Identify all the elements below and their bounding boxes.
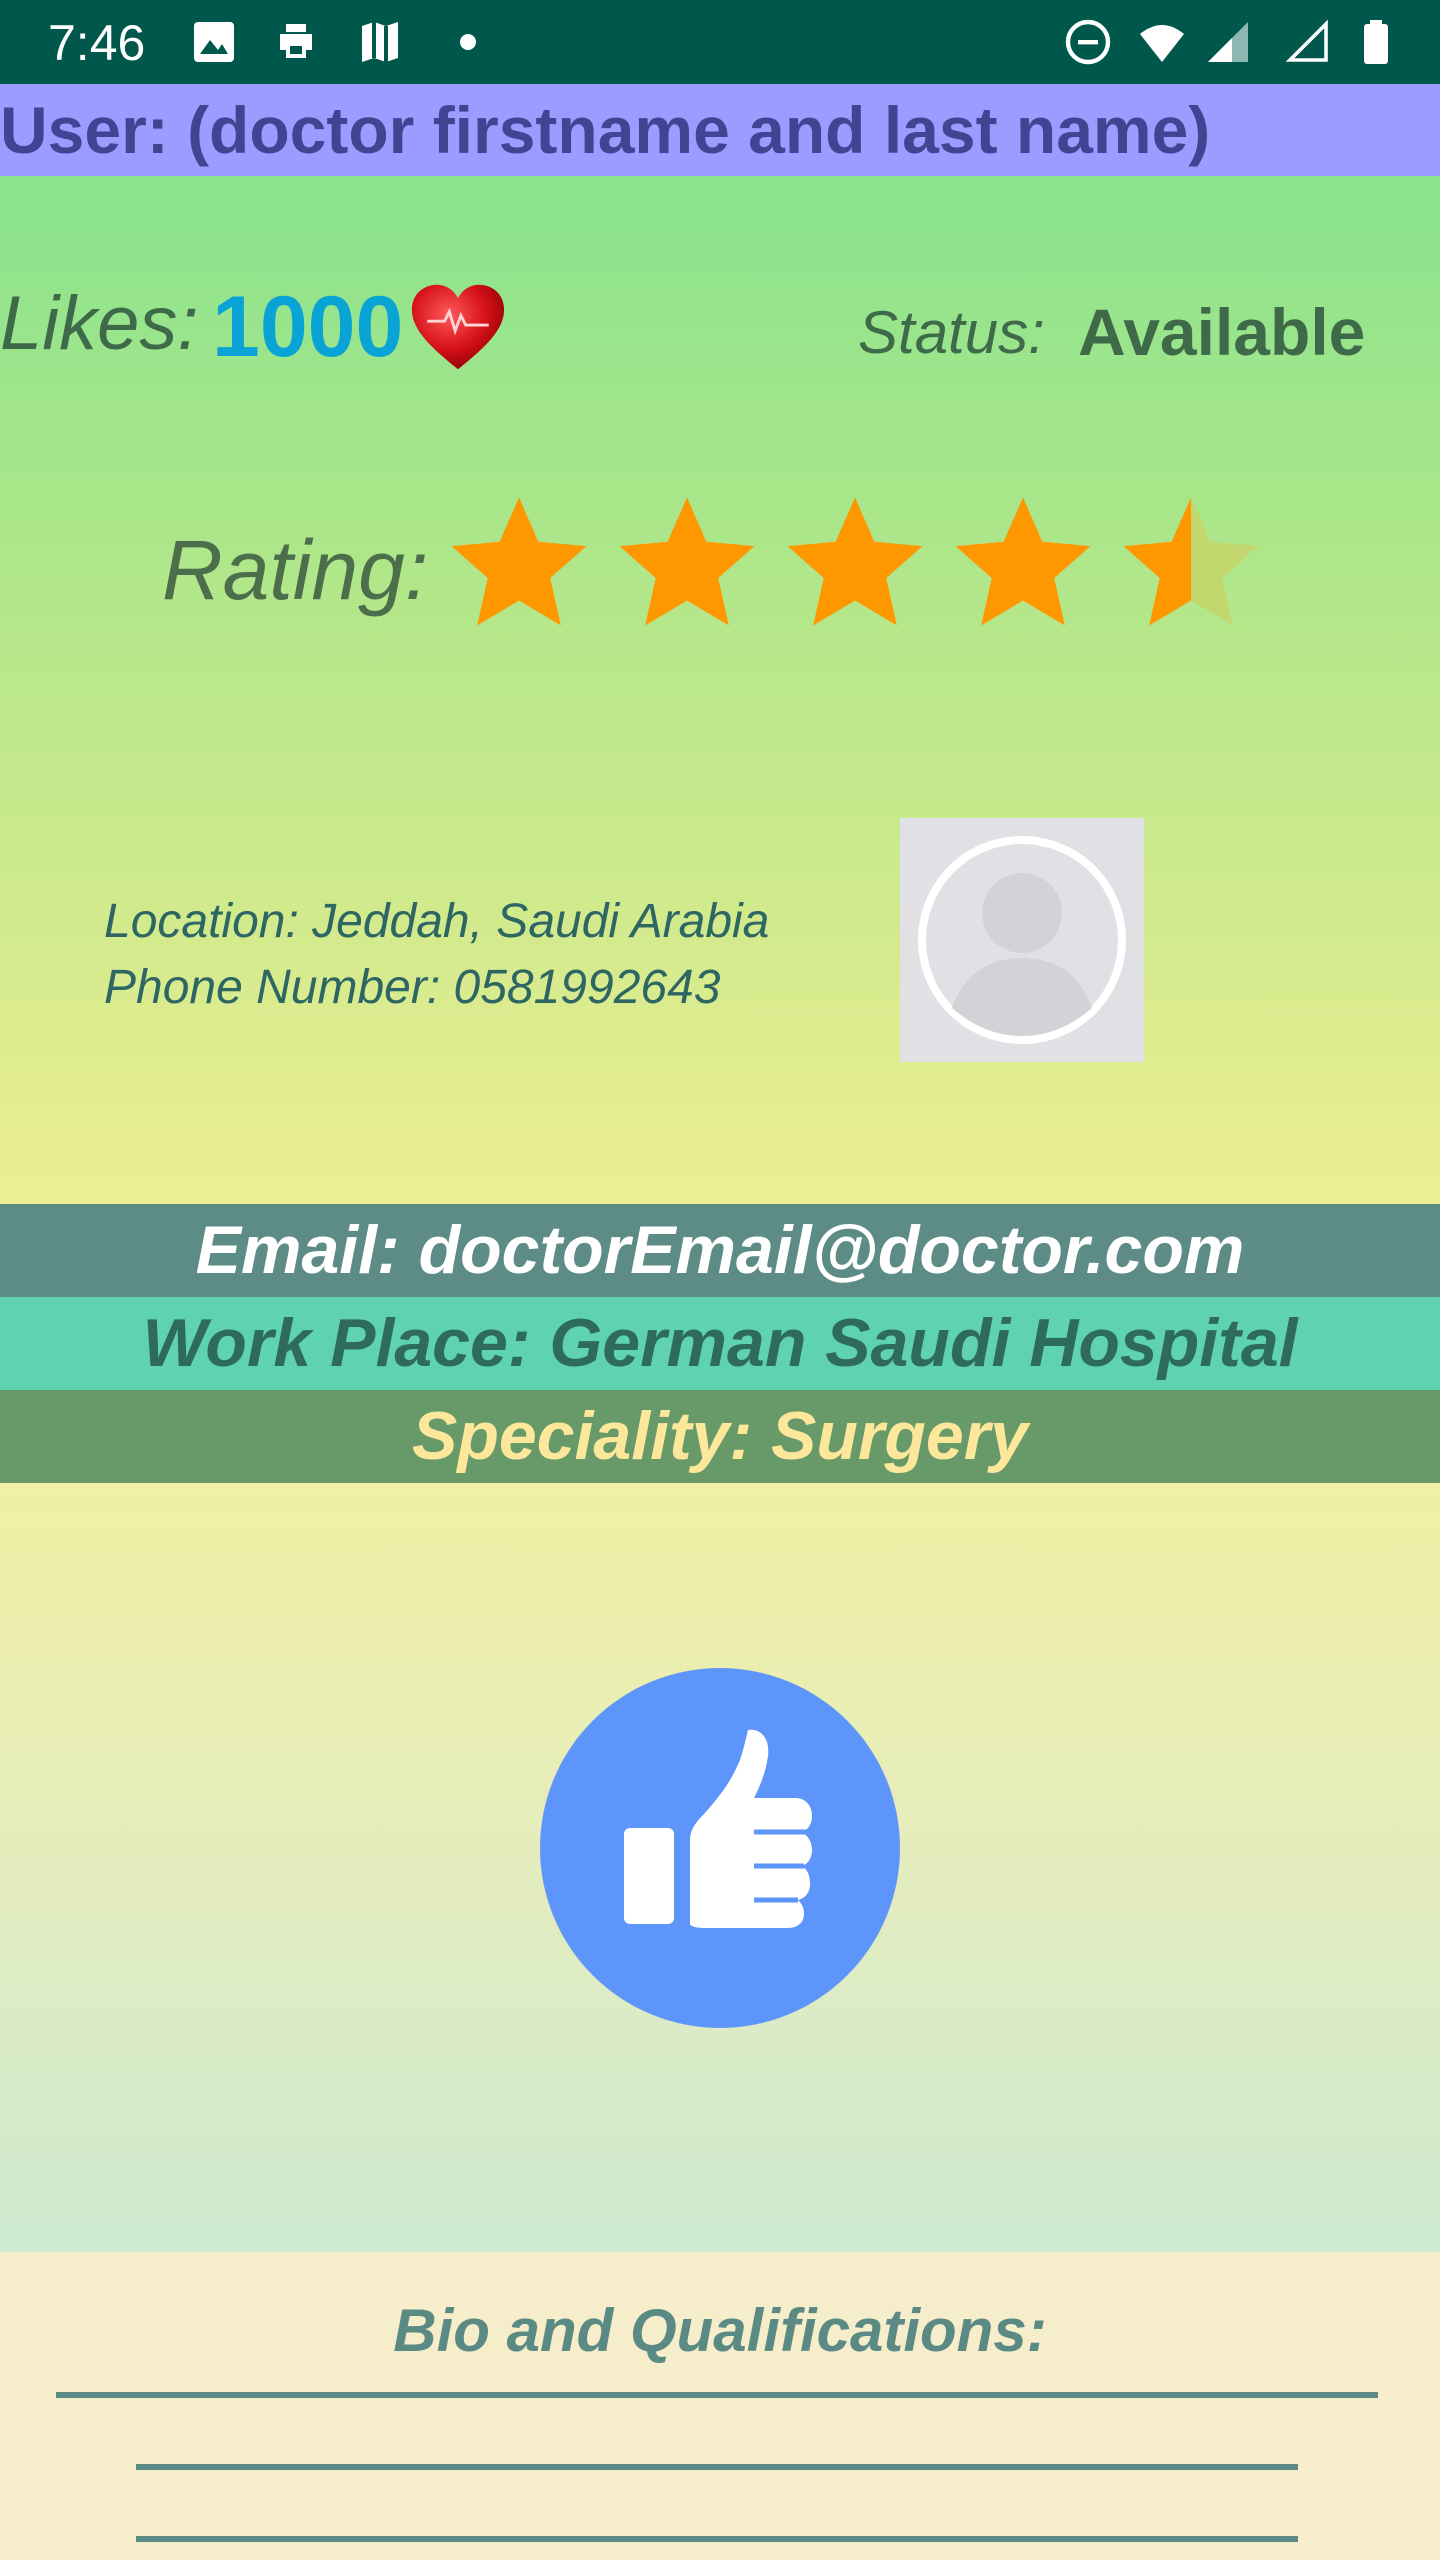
thumbs-up-icon — [624, 1729, 812, 1928]
signal-icon — [1208, 22, 1248, 62]
work-place-text: Work Place: German Saudi Hospital — [142, 1305, 1298, 1381]
bio-title: Bio and Qualifications: — [393, 2297, 1047, 2364]
do-not-disturb-icon — [1065, 19, 1111, 65]
half-star-icon[interactable] — [1116, 488, 1266, 638]
print-icon — [280, 24, 312, 58]
likes-label: Likes: — [0, 281, 199, 366]
heart-icon — [411, 284, 505, 370]
email-text: Email: doctorEmail@doctor.com — [195, 1212, 1245, 1288]
bio-line — [56, 2392, 1378, 2398]
likes-count: 1000 — [212, 279, 404, 375]
work-place-band: Work Place: German Saudi Hospital — [0, 1297, 1440, 1390]
star-icon[interactable] — [444, 488, 594, 638]
status-label: Status: — [858, 299, 1045, 366]
avatar[interactable] — [900, 818, 1144, 1062]
speciality-band: Speciality: Surgery — [0, 1390, 1440, 1483]
user-title: User: (doctor firstname and last name) — [0, 93, 1211, 167]
bio-line — [136, 2464, 1298, 2470]
status-bar: 7:46 — [0, 0, 1440, 84]
battery-icon — [1364, 20, 1388, 64]
dot-icon — [460, 34, 476, 50]
phone-number-text: Phone Number: 0581992643 — [104, 961, 721, 1014]
email-band: Email: doctorEmail@doctor.com — [0, 1204, 1440, 1297]
star-icon[interactable] — [780, 488, 930, 638]
signal-empty-icon — [1285, 19, 1328, 62]
wifi-icon — [1140, 25, 1184, 62]
bio-line — [136, 2536, 1298, 2542]
speciality-text: Speciality: Surgery — [411, 1398, 1029, 1474]
user-title-bar: User: (doctor firstname and last name) — [0, 84, 1440, 176]
image-icon — [194, 22, 234, 62]
rating-label: Rating: — [162, 523, 429, 617]
star-icon[interactable] — [612, 488, 762, 638]
profile-placeholder-icon — [918, 836, 1126, 1044]
location-text: Location: Jeddah, Saudi Arabia — [104, 895, 770, 948]
status-time: 7:46 — [48, 15, 146, 71]
like-button[interactable] — [540, 1668, 900, 2028]
bio-section: Bio and Qualifications: — [0, 2252, 1440, 2560]
star-icon[interactable] — [948, 488, 1098, 638]
maps-icon — [362, 22, 398, 62]
status-value: Available — [1078, 295, 1366, 369]
